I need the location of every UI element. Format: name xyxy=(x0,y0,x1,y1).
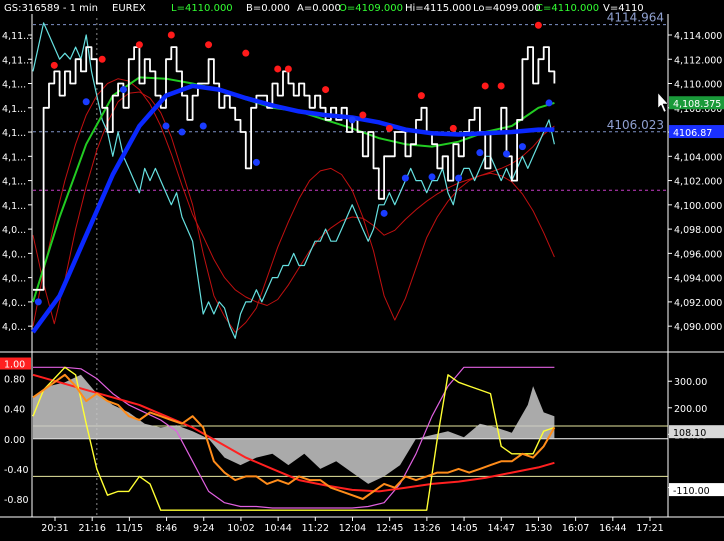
header-last: L=4110.000 xyxy=(171,3,233,14)
osc-left-label-0: 1.00 xyxy=(4,360,25,371)
left-tick-label-9: 4,0... xyxy=(2,249,26,260)
osc-right-label-0: 300.00 xyxy=(674,377,707,388)
left-tick-label-11: 4,0... xyxy=(2,298,26,309)
marker-red-11 xyxy=(417,92,425,100)
marker-red-4 xyxy=(205,41,213,49)
header-bid: B=0.000 xyxy=(246,3,290,14)
marker-red-0 xyxy=(50,61,58,69)
marker-red-13 xyxy=(481,82,489,90)
x-tick-label-9: 12:45 xyxy=(376,523,403,534)
left-tick-label-6: 4,1... xyxy=(2,177,26,188)
marker-red-10 xyxy=(385,124,393,132)
y-tick-label-5: 4,104.000 xyxy=(674,152,722,163)
marker-blue-4 xyxy=(178,128,186,136)
osc-left-label-2: 0.40 xyxy=(4,405,25,416)
y-tick-label-12: 4,090.000 xyxy=(674,322,722,333)
y-tick-label-0: 4,114.000 xyxy=(674,31,722,42)
chart-root: GS:316589 - 1 min EUREX L=4110.000 B=0.0… xyxy=(0,0,724,537)
marker-blue-15 xyxy=(545,99,553,107)
marker-blue-9 xyxy=(401,174,409,182)
marker-red-5 xyxy=(242,49,250,57)
marker-blue-2 xyxy=(119,86,127,94)
marker-blue-8 xyxy=(380,209,388,217)
x-tick-label-6: 10:44 xyxy=(264,523,291,534)
marker-red-6 xyxy=(274,65,282,73)
x-tick-label-8: 12:04 xyxy=(339,523,366,534)
header-low: Lo=4099.000 xyxy=(473,3,541,14)
osc-right-label-1: 200.00 xyxy=(674,404,707,415)
price-tag-label-0: 4,108.375 xyxy=(673,99,721,110)
x-tick-label-12: 14:47 xyxy=(488,523,515,534)
osc-left-label-1: 0.80 xyxy=(4,375,25,386)
marker-blue-0 xyxy=(34,298,42,306)
left-tick-label-0: 4,11... xyxy=(2,31,32,42)
left-tick-label-1: 4,11... xyxy=(2,55,32,66)
osc-left-label-3: 0.00 xyxy=(4,435,25,446)
marker-blue-6 xyxy=(252,158,260,166)
level-label-1: 4106.023 xyxy=(607,118,664,132)
left-tick-label-10: 4,0... xyxy=(2,274,26,285)
y-tick-label-6: 4,102.000 xyxy=(674,177,722,188)
marker-blue-10 xyxy=(428,173,436,181)
x-tick-label-0: 20:31 xyxy=(41,523,68,534)
left-tick-label-7: 4,1... xyxy=(2,201,26,212)
x-tick-label-13: 15:30 xyxy=(525,523,552,534)
marker-blue-12 xyxy=(476,149,484,157)
marker-blue-5 xyxy=(199,122,207,130)
y-tick-label-1: 4,112.000 xyxy=(674,55,722,66)
marker-red-2 xyxy=(135,41,143,49)
x-tick-label-5: 10:02 xyxy=(227,523,254,534)
left-tick-label-12: 4,0... xyxy=(2,322,26,333)
y-tick-label-7: 4,100.000 xyxy=(674,201,722,212)
header-open: O=4109.000 xyxy=(339,3,403,14)
x-tick-label-7: 11:22 xyxy=(302,523,329,534)
x-tick-label-1: 21:16 xyxy=(78,523,105,534)
left-tick-label-2: 4,1... xyxy=(2,80,26,91)
header-exchange: EUREX xyxy=(112,3,146,14)
x-tick-label-10: 13:26 xyxy=(413,523,440,534)
osc-tag-label-0: 108.10 xyxy=(673,428,706,439)
marker-red-1 xyxy=(98,55,106,63)
marker-red-15 xyxy=(534,21,542,29)
osc-left-label-5: -0.80 xyxy=(4,495,29,506)
level-label-0: 4114.964 xyxy=(607,11,664,25)
x-tick-label-11: 14:05 xyxy=(450,523,477,534)
marker-red-8 xyxy=(322,86,330,94)
left-tick-label-5: 4,1... xyxy=(2,152,26,163)
header-high: Hi=4115.000 xyxy=(405,3,471,14)
y-tick-label-11: 4,092.000 xyxy=(674,298,722,309)
marker-red-9 xyxy=(359,111,367,119)
osc-left-label-4: -0.40 xyxy=(4,465,29,476)
marker-red-14 xyxy=(497,82,505,90)
left-tick-label-8: 4,0... xyxy=(2,225,26,236)
y-tick-label-2: 4,110.000 xyxy=(674,80,722,91)
osc-tag-label-1: -110.00 xyxy=(673,486,710,497)
price-tag-label-1: 4106.87 xyxy=(673,128,712,139)
marker-blue-13 xyxy=(502,150,510,158)
x-tick-label-4: 9:24 xyxy=(193,523,214,534)
chart-svg: GS:316589 - 1 min EUREX L=4110.000 B=0.0… xyxy=(0,0,724,537)
marker-blue-14 xyxy=(518,143,526,151)
x-tick-label-14: 16:07 xyxy=(562,523,589,534)
header-ask: A=0.000 xyxy=(297,3,341,14)
marker-red-7 xyxy=(284,65,292,73)
left-tick-label-3: 4,1... xyxy=(2,104,26,115)
y-tick-label-10: 4,094.000 xyxy=(674,274,722,285)
header-symbol: GS:316589 - 1 min xyxy=(4,3,98,14)
y-tick-label-8: 4,098.000 xyxy=(674,225,722,236)
x-tick-label-16: 17:21 xyxy=(636,523,663,534)
marker-blue-11 xyxy=(455,174,463,182)
x-tick-label-2: 11/15 xyxy=(116,523,143,534)
marker-red-12 xyxy=(449,124,457,132)
header-close: C=4110.000 xyxy=(536,3,599,14)
marker-blue-1 xyxy=(82,98,90,106)
marker-red-3 xyxy=(167,31,175,39)
y-tick-label-9: 4,096.000 xyxy=(674,249,722,260)
x-tick-label-3: 8:46 xyxy=(156,523,177,534)
marker-blue-7 xyxy=(348,116,356,124)
left-tick-label-4: 4,1... xyxy=(2,128,26,139)
marker-blue-3 xyxy=(162,122,170,130)
x-tick-label-15: 16:44 xyxy=(599,523,626,534)
